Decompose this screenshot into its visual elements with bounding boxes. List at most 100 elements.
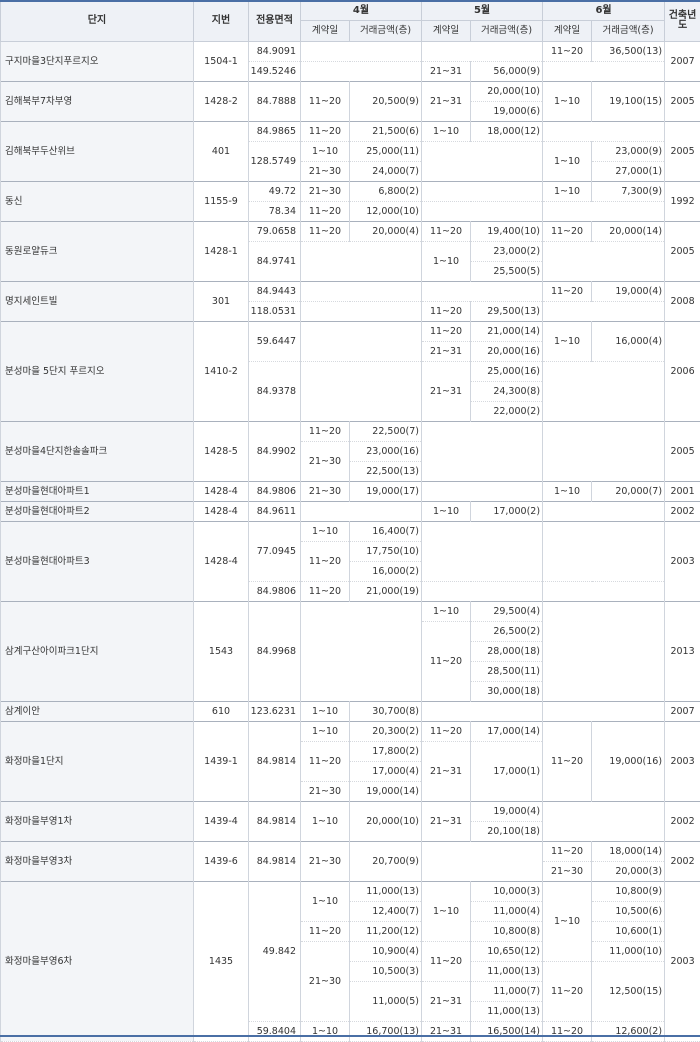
complex-name: 분성마을 5단지 푸르지오	[1, 322, 194, 422]
floor-value: (18)	[521, 646, 541, 657]
empty-cell	[422, 202, 543, 222]
floor-value: (3)	[527, 886, 540, 897]
empty-cell	[301, 42, 422, 62]
deal-amount: 30,000(18)	[471, 682, 543, 702]
area-value: 149.5246	[249, 62, 301, 82]
table-row: 삼계구산아이파크1단지154384.99681~1029,500(4)2013	[1, 602, 700, 622]
empty-cell	[301, 502, 422, 522]
build-year: 2005	[665, 122, 700, 182]
build-year: 2007	[665, 42, 700, 82]
deal-amount: 17,000(14)	[471, 722, 543, 742]
area-value: 123.6231	[249, 702, 301, 722]
complex-name: 김해북부두산위브	[1, 122, 194, 182]
price-value: 17,000	[493, 506, 526, 517]
contract-day: 11~20	[543, 962, 592, 1022]
empty-cell	[422, 582, 543, 602]
empty-cell	[422, 422, 543, 482]
floor-value: (7)	[649, 486, 662, 497]
price-value: 16,400	[372, 526, 405, 537]
price-value: 19,000	[366, 786, 399, 797]
price-value: 16,000	[615, 336, 648, 347]
price-value: 20,500	[372, 96, 405, 107]
empty-cell	[301, 322, 422, 362]
lot-number: 1435	[194, 882, 249, 1042]
complex-name: 동신	[1, 182, 194, 222]
contract-day: 11~20	[301, 202, 350, 222]
price-value: 17,000	[493, 766, 526, 777]
price-value: 18,000	[609, 846, 642, 857]
table-row: 구지마을3단지푸르지오1504-184.909111~2036,500(13)2…	[1, 42, 700, 62]
contract-day: 1~10	[543, 322, 592, 362]
lot-number: 1504-1	[194, 42, 249, 82]
complex-name: 동원로얄듀크	[1, 222, 194, 282]
price-value: 19,000	[366, 486, 399, 497]
price-value: 20,000	[487, 346, 520, 357]
deal-amount: 20,300(2)	[350, 722, 422, 742]
floor-value: (14)	[521, 726, 541, 737]
deal-amount: 19,000(4)	[592, 282, 665, 302]
build-year: 2005	[665, 422, 700, 482]
contract-day: 11~20	[422, 222, 471, 242]
price-value: 17,000	[372, 766, 405, 777]
floor-value: (13)	[521, 966, 541, 977]
area-value: 59.6447	[249, 322, 301, 362]
floor-value: (16)	[400, 446, 420, 457]
floor-value: (1)	[527, 766, 540, 777]
table-row: 화정마을부영3차1439-684.981421~3020,700(9)11~20…	[1, 842, 700, 862]
deal-amount: 25,500(5)	[471, 262, 543, 282]
deal-amount: 10,900(4)	[350, 942, 422, 962]
table-row: 김해북부7차부영1428-284.788811~2020,500(9)21~31…	[1, 82, 700, 102]
deal-amount: 21,000(19)	[350, 582, 422, 602]
header-month-5: 5월	[422, 1, 543, 21]
deal-amount: 10,500(3)	[350, 962, 422, 982]
floor-value: (7)	[406, 906, 419, 917]
deal-amount: 11,200(12)	[350, 922, 422, 942]
empty-cell	[543, 242, 665, 282]
empty-cell	[422, 282, 543, 302]
area-value: 77.0945	[249, 522, 301, 582]
contract-day: 1~10	[301, 722, 350, 742]
floor-value: (3)	[649, 866, 662, 877]
floor-value: (9)	[527, 66, 540, 77]
empty-cell	[543, 362, 665, 422]
lot-number: 401	[194, 122, 249, 182]
price-value: 19,000	[615, 286, 648, 297]
deal-amount: 21,000(14)	[471, 322, 543, 342]
area-value: 84.9865	[249, 122, 301, 142]
deal-amount: 23,000(9)	[592, 142, 665, 162]
price-value: 28,500	[487, 666, 520, 677]
area-value: 84.9814	[249, 802, 301, 842]
price-value: 11,000	[366, 886, 399, 897]
deal-amount: 19,000(6)	[471, 102, 543, 122]
complex-name: 구지마을3단지푸르지오	[1, 42, 194, 82]
floor-value: (18)	[521, 826, 541, 837]
floor-value: (12)	[400, 926, 420, 937]
contract-day: 11~20	[543, 282, 592, 302]
contract-day: 11~20	[422, 302, 471, 322]
deal-amount: 11,000(13)	[471, 962, 543, 982]
price-value: 10,800	[615, 886, 648, 897]
floor-value: (16)	[521, 366, 541, 377]
contract-day: 11~20	[301, 122, 350, 142]
floor-value: (2)	[527, 246, 540, 257]
area-value: 84.9814	[249, 722, 301, 802]
price-value: 10,650	[487, 946, 520, 957]
table-row: 분성마을 5단지 푸르지오1410-259.644711~2021,000(14…	[1, 322, 700, 342]
price-value: 11,000	[487, 1006, 520, 1017]
header-month-4: 4월	[301, 1, 422, 21]
area-value: 84.9741	[249, 242, 301, 282]
area-value: 49.72	[249, 182, 301, 202]
price-value: 22,500	[366, 466, 399, 477]
contract-day: 1~10	[301, 802, 350, 842]
price-value: 22,500	[372, 426, 405, 437]
contract-day: 21~31	[422, 82, 471, 122]
deal-amount: 17,800(2)	[350, 742, 422, 762]
price-value: 17,000	[487, 726, 520, 737]
complex-name: 화정마을부영1차	[1, 802, 194, 842]
build-year: 2003	[665, 722, 700, 802]
empty-cell	[422, 42, 543, 62]
area-value: 84.9968	[249, 602, 301, 702]
empty-cell	[301, 602, 422, 702]
area-value: 84.9902	[249, 422, 301, 482]
table-row: 분성마을현대아파트21428-484.96111~1017,000(2)2002	[1, 502, 700, 522]
